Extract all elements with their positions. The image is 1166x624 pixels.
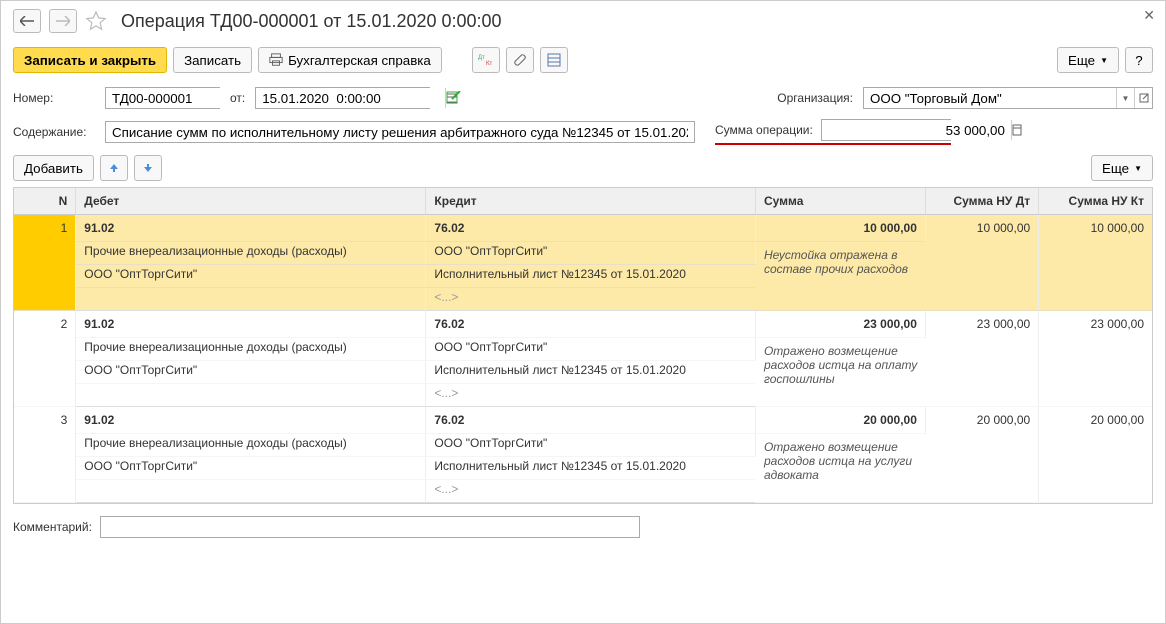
arrow-right-icon bbox=[56, 16, 70, 26]
paperclip-icon bbox=[513, 53, 527, 67]
chevron-down-icon: ▼ bbox=[1100, 56, 1108, 65]
org-input[interactable] bbox=[864, 88, 1116, 108]
credit-analytics-3: <...> bbox=[426, 384, 756, 407]
debit-analytics-2: ООО "ОптТоргСити" bbox=[76, 265, 426, 288]
row-nukt: 23 000,00 bbox=[1039, 311, 1152, 407]
row-nukt: 20 000,00 bbox=[1039, 407, 1152, 503]
org-dropdown-button[interactable]: ▼ bbox=[1116, 88, 1134, 108]
col-sum[interactable]: Сумма bbox=[755, 188, 925, 215]
row-note: Отражено возмещение расходов истца на оп… bbox=[755, 338, 925, 407]
grid-more-button[interactable]: Еще ▼ bbox=[1091, 155, 1153, 181]
move-up-button[interactable] bbox=[100, 155, 128, 181]
credit-account: 76.02 bbox=[426, 215, 756, 242]
credit-analytics-2: Исполнительный лист №12345 от 15.01.2020 bbox=[426, 361, 756, 384]
content-label: Содержание: bbox=[13, 125, 95, 139]
number-label: Номер: bbox=[13, 91, 95, 105]
row-note: Неустойка отражена в составе прочих расх… bbox=[755, 242, 925, 311]
sum-label: Сумма операции: bbox=[715, 123, 813, 137]
table-row[interactable]: 3 91.02 76.02 20 000,00 20 000,00 20 000… bbox=[14, 407, 1152, 434]
row-sum: 20 000,00 bbox=[755, 407, 925, 434]
grid-more-label: Еще bbox=[1102, 161, 1129, 176]
dt-kt-button[interactable]: ДтКт bbox=[472, 47, 500, 73]
row-number: 1 bbox=[14, 215, 76, 311]
content-input[interactable] bbox=[106, 122, 694, 142]
credit-analytics-2: Исполнительный лист №12345 от 15.01.2020 bbox=[426, 457, 756, 480]
table-row[interactable]: 2 91.02 76.02 23 000,00 23 000,00 23 000… bbox=[14, 311, 1152, 338]
entries-table: N Дебет Кредит Сумма Сумма НУ Дт Сумма Н… bbox=[14, 188, 1152, 503]
list-view-button[interactable] bbox=[540, 47, 568, 73]
col-credit[interactable]: Кредит bbox=[426, 188, 756, 215]
row-sum: 23 000,00 bbox=[755, 311, 925, 338]
debit-account: 91.02 bbox=[76, 311, 426, 338]
comment-input[interactable] bbox=[101, 517, 639, 537]
add-row-button[interactable]: Добавить bbox=[13, 155, 94, 181]
col-nukt[interactable]: Сумма НУ Кт bbox=[1039, 188, 1152, 215]
credit-analytics-1: ООО "ОптТоргСити" bbox=[426, 338, 756, 361]
accounting-report-label: Бухгалтерская справка bbox=[288, 53, 431, 68]
row-note: Отражено возмещение расходов истца на ус… bbox=[755, 434, 925, 503]
post-status-icon[interactable] bbox=[446, 91, 462, 105]
svg-text:Кт: Кт bbox=[486, 61, 492, 67]
attach-button[interactable] bbox=[506, 47, 534, 73]
credit-analytics-1: ООО "ОптТоргСити" bbox=[426, 434, 756, 457]
col-debit[interactable]: Дебет bbox=[76, 188, 426, 215]
debit-account: 91.02 bbox=[76, 215, 426, 242]
arrow-up-icon bbox=[108, 162, 120, 174]
open-icon bbox=[1139, 93, 1149, 103]
more-button[interactable]: Еще ▼ bbox=[1057, 47, 1119, 73]
svg-text:Дт: Дт bbox=[478, 55, 485, 61]
credit-account: 76.02 bbox=[426, 407, 756, 434]
calculator-button[interactable] bbox=[1011, 120, 1022, 140]
col-n[interactable]: N bbox=[14, 188, 76, 215]
arrow-down-icon bbox=[142, 162, 154, 174]
debit-analytics-2: ООО "ОптТоргСити" bbox=[76, 457, 426, 480]
list-icon bbox=[547, 53, 561, 67]
org-label: Организация: bbox=[777, 91, 853, 105]
dt-kt-icon: ДтКт bbox=[478, 53, 494, 67]
credit-analytics-2: Исполнительный лист №12345 от 15.01.2020 bbox=[426, 265, 756, 288]
comment-label: Комментарий: bbox=[13, 520, 92, 534]
calculator-icon bbox=[1012, 124, 1022, 136]
col-nudt[interactable]: Сумма НУ Дт bbox=[925, 188, 1038, 215]
move-down-button[interactable] bbox=[134, 155, 162, 181]
credit-account: 76.02 bbox=[426, 311, 756, 338]
row-sum: 10 000,00 bbox=[755, 215, 925, 242]
close-button[interactable]: ✕ bbox=[1143, 7, 1155, 24]
from-label: от: bbox=[230, 91, 245, 105]
more-label: Еще bbox=[1068, 53, 1095, 68]
row-nukt: 10 000,00 bbox=[1039, 215, 1152, 311]
table-row[interactable]: 1 91.02 76.02 10 000,00 10 000,00 10 000… bbox=[14, 215, 1152, 242]
debit-analytics-1: Прочие внереализационные доходы (расходы… bbox=[76, 434, 426, 457]
row-number: 3 bbox=[14, 407, 76, 503]
row-nudt: 10 000,00 bbox=[925, 215, 1038, 311]
date-input[interactable] bbox=[256, 88, 445, 108]
org-open-button[interactable] bbox=[1134, 88, 1152, 108]
help-button[interactable]: ? bbox=[1125, 47, 1153, 73]
debit-account: 91.02 bbox=[76, 407, 426, 434]
chevron-down-icon: ▼ bbox=[1134, 164, 1142, 173]
sum-input[interactable] bbox=[822, 120, 1011, 140]
credit-analytics-1: ООО "ОптТоргСити" bbox=[426, 242, 756, 265]
row-nudt: 23 000,00 bbox=[925, 311, 1038, 407]
nav-back-button[interactable] bbox=[13, 9, 41, 33]
accounting-report-button[interactable]: Бухгалтерская справка bbox=[258, 47, 442, 73]
debit-analytics-2: ООО "ОптТоргСити" bbox=[76, 361, 426, 384]
row-number: 2 bbox=[14, 311, 76, 407]
debit-analytics-1: Прочие внереализационные доходы (расходы… bbox=[76, 338, 426, 361]
nav-forward-button[interactable] bbox=[49, 9, 77, 33]
credit-analytics-3: <...> bbox=[426, 288, 756, 311]
arrow-left-icon bbox=[20, 16, 34, 26]
credit-analytics-3: <...> bbox=[426, 480, 756, 503]
printer-icon bbox=[269, 53, 283, 67]
row-nudt: 20 000,00 bbox=[925, 407, 1038, 503]
save-button[interactable]: Записать bbox=[173, 47, 252, 73]
favorite-star-icon[interactable] bbox=[85, 10, 107, 32]
page-title: Операция ТД00-000001 от 15.01.2020 0:00:… bbox=[121, 11, 502, 32]
save-and-close-button[interactable]: Записать и закрыть bbox=[13, 47, 167, 73]
debit-analytics-1: Прочие внереализационные доходы (расходы… bbox=[76, 242, 426, 265]
